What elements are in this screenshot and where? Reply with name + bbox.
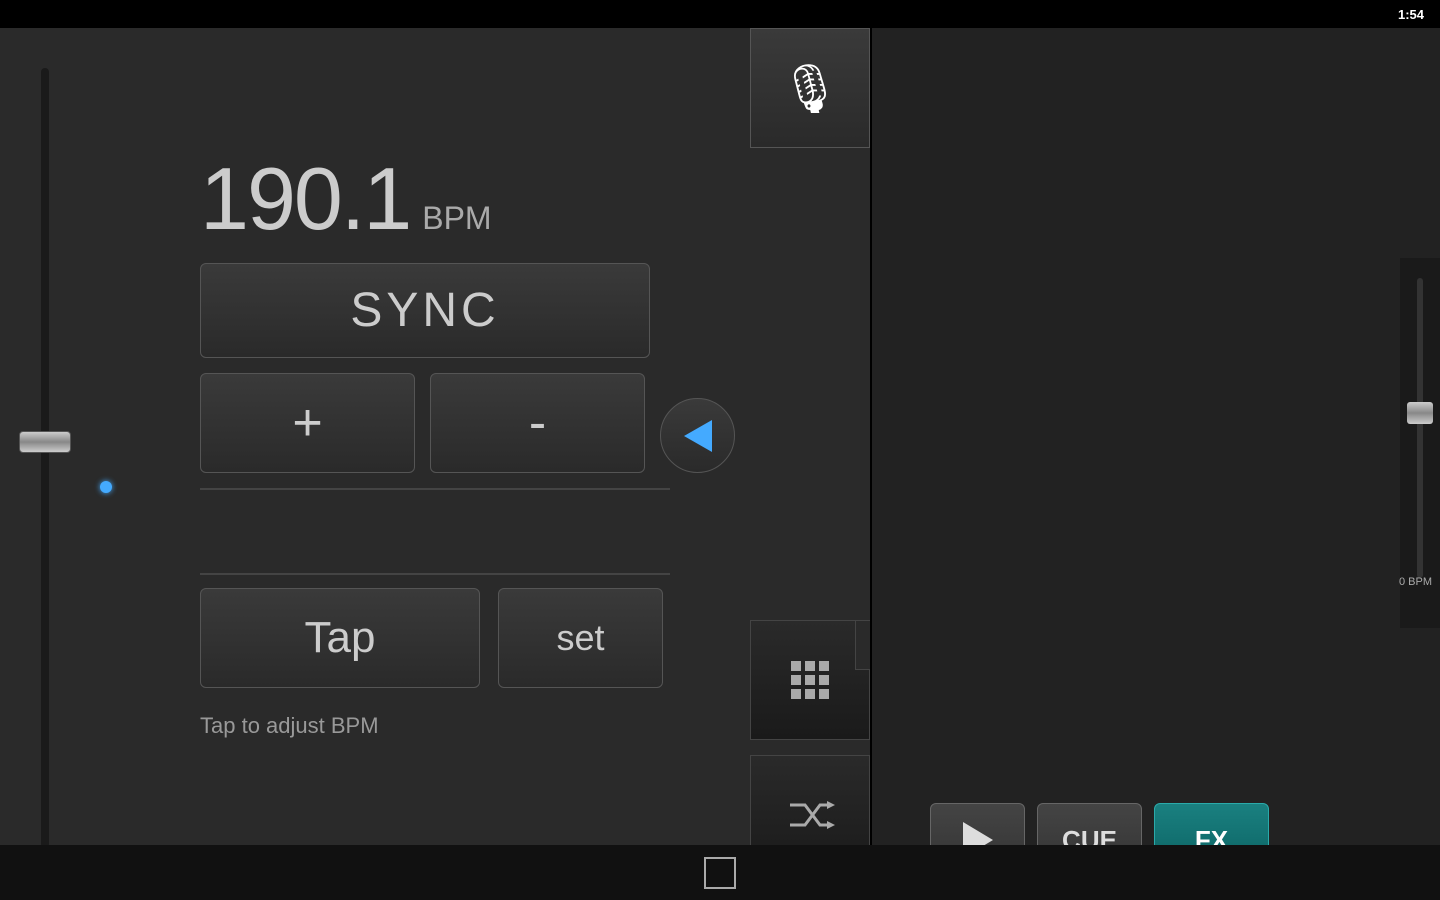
- bpm-minus-button[interactable]: -: [430, 373, 645, 473]
- plus-icon: +: [292, 393, 322, 453]
- nav-square-icon[interactable]: [704, 857, 736, 889]
- slider-indicator: [100, 481, 112, 493]
- mic-button[interactable]: 🎙: [750, 28, 870, 148]
- pitch-slider-container: 0 BPM: [1400, 258, 1440, 628]
- mic-icon: 🎙: [780, 60, 841, 117]
- bpm-unit: BPM: [422, 200, 491, 237]
- pitch-slider-thumb[interactable]: [1407, 402, 1433, 424]
- sync-button-label: SYNC: [350, 283, 499, 338]
- separator-1: [200, 488, 670, 490]
- minus-icon: -: [529, 393, 546, 453]
- bpm-plus-button[interactable]: +: [200, 373, 415, 473]
- right-panel: Disc B -3:25 -5:00: [870, 28, 1440, 900]
- tap-button[interactable]: Tap: [200, 588, 480, 688]
- pitch-fader-thumb[interactable]: [19, 431, 71, 453]
- bpm-display: 190.1 BPM: [200, 148, 492, 250]
- shuffle-icon: [785, 795, 835, 835]
- grid-icon: [791, 661, 829, 699]
- pitch-slider-track: [1417, 278, 1423, 578]
- status-bar: 1:54: [0, 0, 1440, 28]
- pitch-bpm-label: 0 BPM: [1399, 576, 1432, 588]
- panel-divider: [870, 28, 872, 900]
- pitch-fader-track: [41, 68, 49, 848]
- tap-button-label: Tap: [305, 613, 376, 663]
- sync-button[interactable]: SYNC: [200, 263, 650, 358]
- left-panel: 190.1 BPM SYNC + - Tap set Tap to adjust…: [0, 28, 870, 900]
- reverse-icon: [684, 420, 712, 452]
- set-button-label: set: [556, 617, 604, 659]
- reverse-button[interactable]: [660, 398, 735, 473]
- set-button[interactable]: set: [498, 588, 663, 688]
- bpm-value: 190.1: [200, 148, 410, 250]
- pitch-fader-container: [15, 68, 75, 848]
- separator-2: [200, 573, 670, 575]
- status-time: 1:54: [1398, 7, 1424, 22]
- bpm-hint-text: Tap to adjust BPM: [200, 713, 379, 739]
- bottom-nav: [0, 845, 1440, 900]
- grid-button[interactable]: [750, 620, 870, 740]
